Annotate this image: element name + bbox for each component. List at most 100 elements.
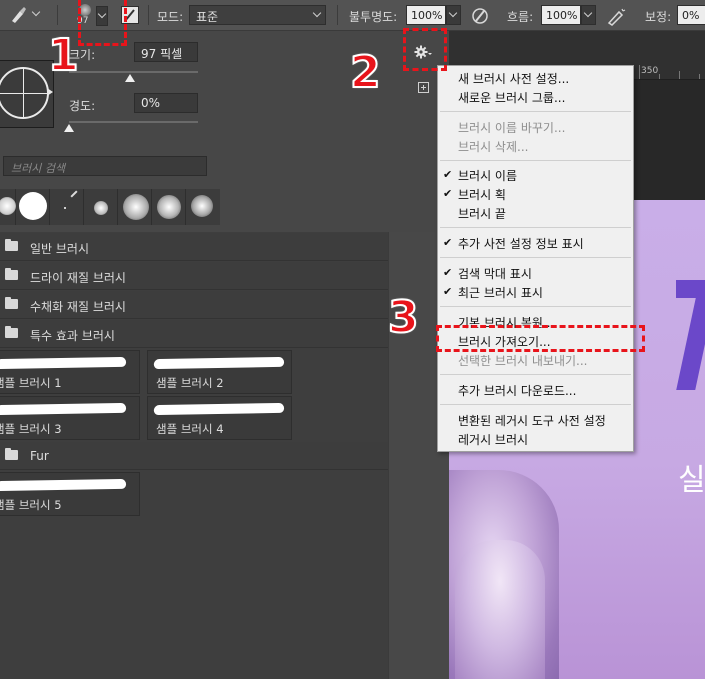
annotation-box-gear [403, 28, 447, 71]
brush-folder[interactable]: 일반 브러시 [0, 233, 388, 261]
angle-line [0, 93, 49, 94]
annotation-number-2: 2 [349, 46, 382, 99]
brush-preset[interactable]: 샘플 브러시 4 [147, 396, 292, 440]
brush-name: 샘플 브러시 2 [156, 376, 224, 390]
annotation-box-import [436, 325, 645, 352]
menu-item-get-more-brushes[interactable]: 추가 브러시 다운로드... [458, 382, 576, 399]
pressure-opacity-icon[interactable] [470, 6, 490, 26]
menu-item-brush-name[interactable]: 브러시 이름 [458, 167, 517, 184]
size-slider-thumb[interactable] [125, 74, 135, 82]
menu-separator [440, 306, 631, 307]
menu-item-rename-brush: 브러시 이름 바꾸기... [458, 121, 566, 135]
brush-panel-menu: 새 브러시 사전 설정... 새로운 브러시 그룹... 브러시 이름 바꾸기.… [437, 65, 634, 452]
flow-label: 흐름: [507, 10, 534, 24]
folder-icon [5, 268, 18, 280]
ruler-tick [679, 71, 680, 79]
tool-preset-chevron-icon[interactable] [31, 7, 41, 17]
brush-folder[interactable]: 드라이 재질 브러시 [0, 262, 388, 290]
brush-preset[interactable]: 샘플 브러시 2 [147, 350, 292, 394]
brush-preset[interactable]: 샘플 브러시 1 [0, 350, 140, 394]
menu-item-new-brush-group[interactable]: 새로운 브러시 그룹... [458, 89, 565, 106]
menu-separator [440, 227, 631, 228]
new-brush-icon[interactable] [418, 82, 429, 93]
recent-brush[interactable] [152, 189, 186, 225]
menu-item-show-recent-brushes[interactable]: 최근 브러시 표시 [458, 284, 543, 301]
menu-item-converted-legacy-tool-presets[interactable]: 변환된 레거시 도구 사전 설정 [458, 412, 606, 429]
menu-separator [440, 111, 631, 112]
smoothing-label: 보정: [645, 10, 672, 24]
brush-stroke-preview [0, 356, 127, 370]
opacity-field[interactable]: 100% [406, 5, 446, 25]
mode-dropdown[interactable]: 표준 [189, 5, 326, 25]
brush-tip-icon [191, 195, 213, 217]
menu-separator [440, 374, 631, 375]
brush-angle-compass[interactable] [0, 60, 54, 128]
hardness-label: 경도: [69, 99, 96, 113]
folder-icon [5, 448, 18, 460]
document-tab-bar [449, 31, 705, 66]
ruler-tick [639, 65, 640, 79]
folder-label: 수채화 재질 브러시 [30, 300, 126, 314]
brush-name: 샘플 브러시 1 [0, 376, 62, 390]
hardness-slider-track[interactable] [69, 121, 198, 123]
brush-name: 샘플 브러시 4 [156, 422, 224, 436]
size-field[interactable]: 97 픽셀 [134, 42, 198, 62]
brush-name: 샘플 브러시 3 [0, 422, 62, 436]
canvas-graphic [676, 280, 705, 390]
ruler-tick [659, 74, 660, 79]
folder-icon [5, 239, 18, 251]
checkmark-icon: ✔ [443, 187, 453, 200]
brush-preset[interactable]: 샘플 브러시 3 [0, 396, 140, 440]
hardness-slider-thumb[interactable] [64, 124, 74, 132]
chevron-down-icon [583, 8, 593, 18]
menu-separator [440, 160, 631, 161]
pencil-icon [70, 190, 78, 198]
size-slider-track[interactable] [69, 71, 198, 73]
airbrush-icon[interactable] [606, 6, 628, 26]
menu-item-new-brush-preset[interactable]: 새 브러시 사전 설정... [458, 70, 569, 87]
brush-folder[interactable]: 수채화 재질 브러시 [0, 291, 388, 319]
brush-stroke-preview [153, 356, 285, 370]
recent-brush[interactable] [118, 189, 152, 225]
brush-stroke-preview [0, 478, 127, 492]
menu-item-legacy-brushes[interactable]: 레거시 브러시 [458, 431, 528, 448]
menu-item-brush-tip[interactable]: 브러시 끝 [458, 205, 506, 222]
recent-brushes [0, 189, 220, 225]
mode-value: 표준 [196, 10, 219, 24]
recent-brush[interactable] [0, 189, 16, 225]
brush-tip-icon [94, 201, 108, 215]
smoothing-field[interactable]: 0% [677, 5, 705, 25]
menu-item-brush-stroke[interactable]: 브러시 획 [458, 186, 506, 203]
brush-tool-icon[interactable] [8, 5, 28, 25]
annotation-number-3: 3 [387, 291, 420, 344]
brush-tip-icon [19, 192, 47, 220]
menu-item-export-selected-brushes: 선택한 브러시 내보내기... [458, 354, 588, 368]
brush-name: 샘플 브러시 5 [0, 498, 62, 512]
hardness-field[interactable]: 0% [134, 93, 198, 113]
recent-brush[interactable] [84, 189, 118, 225]
chevron-down-icon [312, 8, 322, 18]
brush-folder[interactable]: 특수 효과 브러시 [0, 320, 388, 348]
brush-stroke-preview [153, 402, 285, 416]
recent-brush[interactable] [186, 189, 220, 225]
menu-item-show-preset-info[interactable]: 추가 사전 설정 정보 표시 [458, 235, 584, 252]
brush-preset[interactable]: 샘플 브러시 5 [0, 472, 140, 516]
folder-label: Fur [30, 449, 49, 463]
flow-field[interactable]: 100% [541, 5, 581, 25]
annotation-number-1: 1 [47, 29, 80, 82]
brush-tip-icon [0, 197, 16, 215]
menu-separator [440, 404, 631, 405]
ruler-tick [699, 74, 700, 79]
angle-arrow-icon [47, 88, 53, 96]
mode-label: 모드: [157, 10, 184, 24]
brush-folder[interactable]: Fur [0, 442, 388, 470]
folder-label: 드라이 재질 브러시 [30, 271, 126, 285]
recent-brush[interactable] [50, 189, 84, 225]
opacity-dropdown[interactable] [446, 5, 461, 25]
recent-brush[interactable] [16, 189, 50, 225]
brush-search-input[interactable]: 브러시 검색 [3, 156, 207, 176]
folder-label: 일반 브러시 [30, 242, 90, 256]
flow-dropdown[interactable] [581, 5, 596, 25]
checkmark-icon: ✔ [443, 168, 453, 181]
menu-item-show-search-bar[interactable]: 검색 막대 표시 [458, 265, 532, 282]
